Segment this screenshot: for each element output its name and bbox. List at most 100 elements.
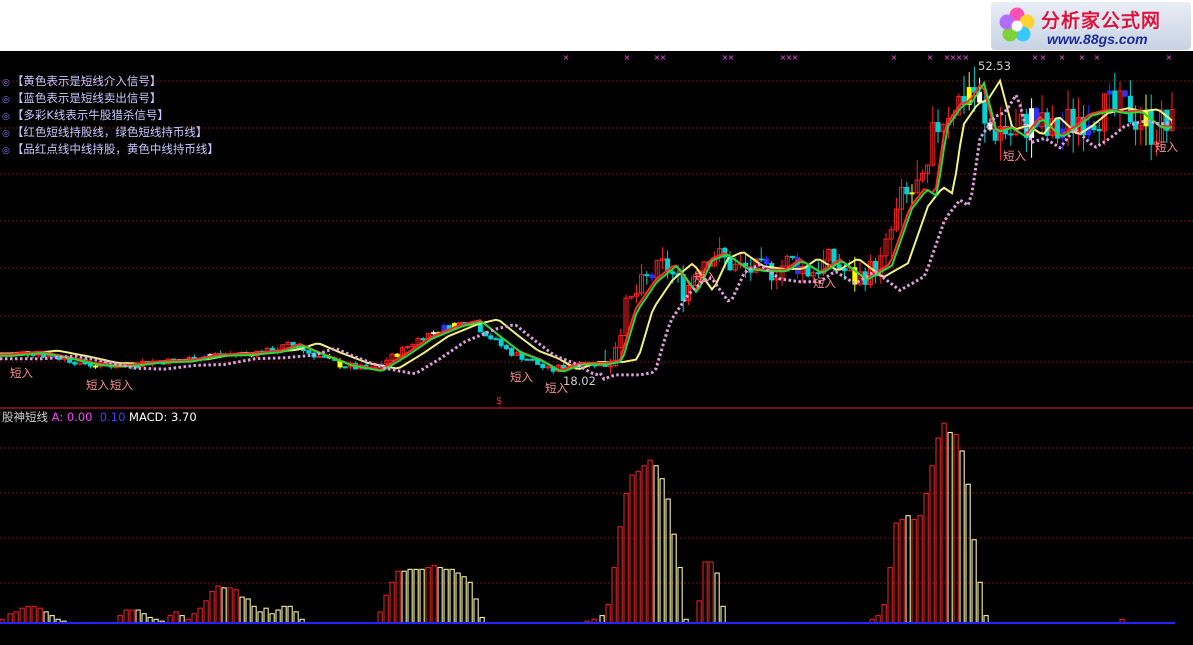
indicator-title: 股神短线 A: 0.00 0.10 MACD: 3.70 <box>2 409 197 425</box>
candle-body <box>904 186 910 195</box>
histogram-bar <box>641 465 647 624</box>
legend-item: ◎ 【红色短线持股线，绿色短线持币线】 <box>2 125 207 141</box>
flower-logo-icon <box>999 7 1035 42</box>
logo-url: www.88gs.com <box>1047 31 1148 47</box>
legend-text: 【多彩K线表示牛股猎杀信号】 <box>11 108 169 122</box>
histogram-bar <box>605 603 611 624</box>
histogram-bar <box>702 561 708 624</box>
histogram-bar <box>635 470 641 624</box>
top-blank-area: 分析家公式网 www.88gs.com <box>0 0 1193 51</box>
bullet-icon: ◎ <box>2 146 10 156</box>
histogram-bar <box>377 611 383 624</box>
histogram-bar <box>215 585 221 624</box>
candle-body <box>1122 90 1128 97</box>
histogram-bar <box>617 526 623 624</box>
histogram-bar <box>197 607 203 624</box>
short-entry-label: 短入 <box>110 378 133 393</box>
histogram-bar <box>167 615 173 624</box>
dollar-marker: $ <box>496 396 503 407</box>
histogram-bar <box>899 518 905 624</box>
histogram-bar <box>13 611 19 624</box>
histogram-bar <box>251 605 257 624</box>
signal-mark: × <box>1059 53 1066 62</box>
histogram-bar <box>43 611 49 624</box>
short-entry-label: 短入 <box>1003 149 1026 164</box>
histogram-bar <box>407 568 413 624</box>
candle-body <box>113 366 119 369</box>
candle-body <box>420 338 426 341</box>
histogram-bar <box>881 603 887 624</box>
signal-mark: × <box>891 53 898 62</box>
histogram-bar <box>623 492 629 624</box>
histogram-bar <box>395 570 401 624</box>
histogram-bar <box>965 483 971 624</box>
top-signal-marks: × × × × × × × × × × × × × × × × × × × × × <box>563 53 1173 62</box>
legend-text: 【蓝色表示是短线卖出信号】 <box>11 91 162 105</box>
legend-item: ◎ 【品红点线中线持股，黄色中线持币线】 <box>2 142 219 158</box>
histogram-bar <box>49 615 55 624</box>
histogram-bar <box>935 437 941 624</box>
legend-item: ◎ 【黄色表示是短线介入信号】 <box>2 74 161 90</box>
histogram-bar <box>275 609 281 624</box>
price-low-label: 18.02 <box>563 374 596 388</box>
histogram-bar <box>7 613 13 624</box>
candle-body <box>1008 133 1014 136</box>
histogram-bar <box>117 615 123 624</box>
candle-body <box>758 258 764 261</box>
candle-body <box>935 122 941 132</box>
histogram-bar <box>173 611 179 624</box>
site-logo[interactable]: 分析家公式网 www.88gs.com <box>991 2 1191 50</box>
bullet-icon: ◎ <box>2 78 10 88</box>
candle-body <box>342 366 348 369</box>
histogram-bar <box>419 568 425 624</box>
short-entry-label: 短入 <box>86 377 109 392</box>
candle-body <box>93 365 99 368</box>
histogram-bar <box>31 605 37 624</box>
histogram-bar <box>221 587 227 624</box>
candle-body <box>909 192 915 195</box>
candle-body <box>431 332 437 335</box>
candle-body <box>644 274 650 277</box>
histogram-bar <box>473 598 479 624</box>
histogram-bar <box>281 605 287 624</box>
histogram-bar <box>383 594 389 624</box>
histogram-bar <box>977 581 983 624</box>
histogram-bar <box>696 600 702 624</box>
histogram-bar <box>659 478 665 624</box>
short-entry-label: 短入 <box>694 270 717 285</box>
histogram-bar <box>714 572 720 624</box>
logo-title: 分析家公式网 <box>1041 10 1162 32</box>
candle-body <box>1112 90 1118 112</box>
histogram-bar <box>389 581 395 624</box>
histogram-bar <box>443 568 449 624</box>
histogram-bar <box>179 615 185 624</box>
candle-body <box>477 324 483 333</box>
candle-body <box>1096 128 1102 132</box>
macd-histogram <box>0 422 1125 624</box>
candlesticks <box>0 66 1175 375</box>
candle-body <box>763 258 769 265</box>
histogram-bar <box>203 600 209 624</box>
histogram-bar <box>19 607 25 624</box>
candle-body <box>836 264 842 270</box>
histogram-bar <box>129 609 135 624</box>
candle-body <box>493 338 499 341</box>
histogram-bar <box>141 613 147 624</box>
signal-mark: × <box>1032 53 1039 62</box>
histogram-bar <box>239 596 245 624</box>
bullet-icon: ◎ <box>2 129 10 139</box>
histogram-bar <box>233 589 239 624</box>
signal-mark: × <box>728 53 735 62</box>
histogram-bar <box>123 609 129 624</box>
candle-body <box>488 335 494 340</box>
histogram-bar <box>437 566 443 624</box>
histogram-bar <box>647 459 653 624</box>
candle-body <box>545 366 551 369</box>
short-entry-label: 短入 <box>813 275 836 290</box>
histogram-bar <box>653 465 659 624</box>
candle-body <box>301 348 307 352</box>
signal-mark: × <box>956 53 963 62</box>
indicator-name: 股神短线 <box>2 410 48 424</box>
candle-body <box>540 363 546 368</box>
indicator-b-value: 0.10 <box>99 410 126 424</box>
